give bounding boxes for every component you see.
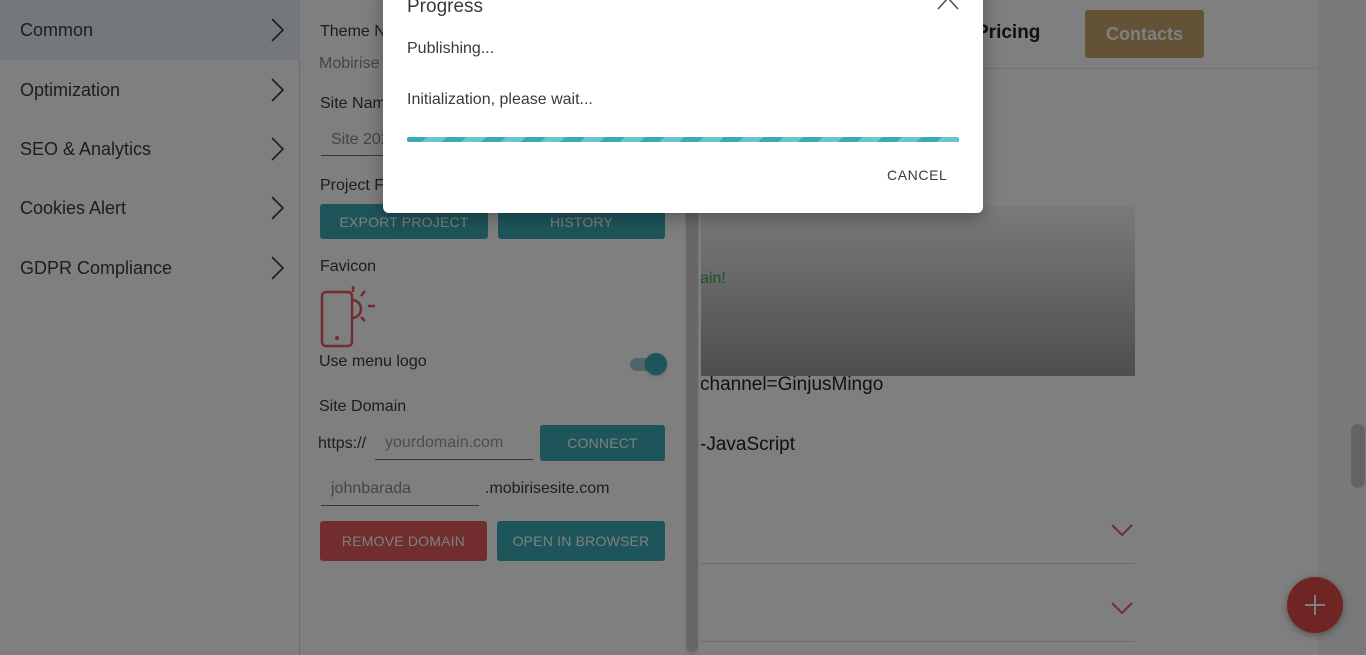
progress-bar: [407, 137, 959, 142]
dialog-message: Initialization, please wait...: [407, 91, 593, 108]
cancel-button[interactable]: CANCEL: [887, 167, 947, 183]
chevron-up-icon[interactable]: [937, 0, 959, 10]
dialog-status: Publishing...: [407, 40, 495, 57]
dialog-title: Progress: [407, 0, 484, 17]
progress-dialog: Progress Publishing... Initialization, p…: [383, 0, 983, 213]
